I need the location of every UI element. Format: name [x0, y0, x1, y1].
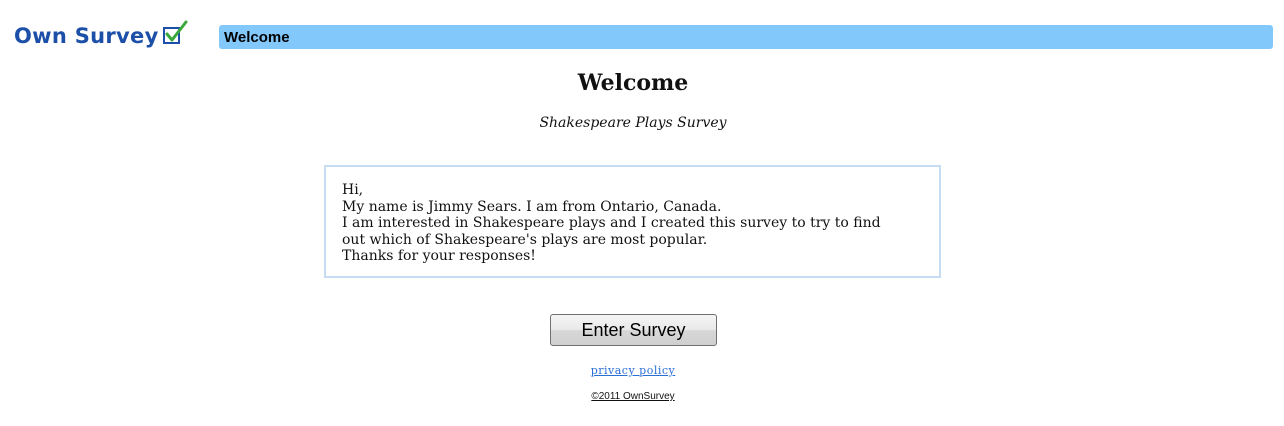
message-line: I am interested in Shakespeare plays and… [342, 215, 881, 231]
copyright-text: ©2011 OwnSurvey [591, 391, 675, 402]
message-line: out which of Shakespeare's plays are mos… [342, 231, 708, 248]
page-title: Welcome [577, 70, 689, 96]
header-title: Welcome [224, 28, 290, 46]
message-line: Hi, [342, 182, 364, 198]
own-survey-logo[interactable]: Own Survey [14, 20, 188, 52]
privacy-policy: privacy policy [0, 364, 1266, 377]
survey-subtitle: Shakespeare Plays Survey [539, 115, 727, 131]
message-line: My name is Jimmy Sears. I am from Ontari… [342, 198, 722, 215]
header-bar: Welcome [219, 25, 1273, 49]
privacy-policy-link[interactable]: privacy policy [591, 364, 676, 377]
welcome-message-box: Hi, My name is Jimmy Sears. I am from On… [324, 165, 941, 278]
checkmark-icon [162, 20, 188, 44]
enter-survey-button[interactable]: Enter Survey [550, 314, 717, 346]
logo-text: Own Survey [14, 24, 159, 48]
message-line: Thanks for your responses! [342, 248, 536, 264]
